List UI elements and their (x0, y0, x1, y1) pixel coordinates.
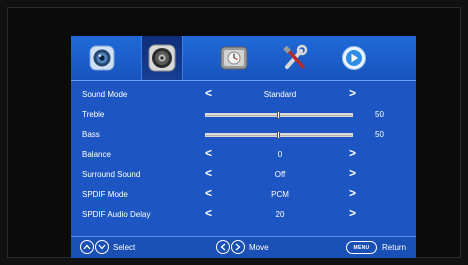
setting-label: Bass (82, 130, 100, 139)
arrow-left-icon[interactable]: < (205, 87, 212, 99)
setting-value: 0 (277, 150, 283, 159)
slider-knob[interactable] (277, 131, 280, 139)
setting-treble[interactable]: Treble 50 (71, 105, 416, 125)
menu-tab-bar (71, 36, 416, 80)
down-key-icon (95, 240, 109, 254)
arrow-left-icon[interactable]: < (205, 147, 212, 159)
setup-icon (283, 44, 308, 69)
return-hint: Return (382, 243, 407, 252)
tab-separator (71, 80, 416, 81)
up-key-icon (80, 240, 94, 254)
arrow-right-icon[interactable]: > (349, 147, 356, 159)
arrow-left-icon[interactable]: < (205, 207, 212, 219)
setting-value: Off (274, 170, 286, 179)
setting-value: 20 (275, 210, 285, 219)
sound-menu-panel: Sound Mode < Standard > Treble 50 Bass 5… (71, 36, 416, 258)
arrow-right-icon[interactable]: > (349, 167, 356, 179)
setting-label: Treble (82, 110, 105, 119)
setting-sound-mode[interactable]: Sound Mode < Standard > (71, 85, 416, 105)
tab-picture[interactable] (81, 36, 123, 80)
picture-icon (89, 45, 115, 71)
tab-media[interactable] (333, 36, 375, 80)
tab-sound[interactable] (141, 36, 183, 80)
setting-value: PCM (271, 190, 289, 199)
key-hint-bar: Select Move MENU Return (71, 236, 416, 258)
arrow-right-icon[interactable]: > (349, 87, 356, 99)
arrow-left-icon[interactable]: < (205, 187, 212, 199)
tab-setup[interactable] (275, 36, 317, 80)
setting-balance[interactable]: Balance < 0 > (71, 145, 416, 165)
slider-knob[interactable] (277, 111, 280, 119)
arrow-left-icon[interactable]: < (205, 167, 212, 179)
sound-icon (148, 44, 176, 72)
tab-time[interactable] (213, 36, 255, 80)
setting-label: Sound Mode (82, 90, 128, 99)
menu-key-icon: MENU (346, 241, 377, 254)
treble-slider[interactable] (205, 111, 353, 119)
setting-spdif-audio-delay[interactable]: SPDIF Audio Delay < 20 > (71, 205, 416, 225)
setting-value: Standard (263, 90, 297, 99)
setting-value: 50 (375, 110, 384, 119)
media-icon (342, 46, 366, 70)
setting-label: Balance (82, 150, 111, 159)
setting-label: Surround Sound (82, 170, 141, 179)
setting-value: 50 (375, 130, 384, 139)
tv-screen: Sound Mode < Standard > Treble 50 Bass 5… (7, 7, 461, 258)
setting-label: SPDIF Mode (82, 190, 128, 199)
setting-label: SPDIF Audio Delay (82, 210, 151, 219)
setting-spdif-mode[interactable]: SPDIF Mode < PCM > (71, 185, 416, 205)
left-key-icon (216, 240, 230, 254)
time-icon (220, 46, 248, 70)
setting-surround-sound[interactable]: Surround Sound < Off > (71, 165, 416, 185)
setting-bass[interactable]: Bass 50 (71, 125, 416, 145)
arrow-right-icon[interactable]: > (349, 207, 356, 219)
move-hint: Move (249, 243, 269, 252)
arrow-right-icon[interactable]: > (349, 187, 356, 199)
right-key-icon (231, 240, 245, 254)
bass-slider[interactable] (205, 131, 353, 139)
select-hint: Select (113, 243, 136, 252)
